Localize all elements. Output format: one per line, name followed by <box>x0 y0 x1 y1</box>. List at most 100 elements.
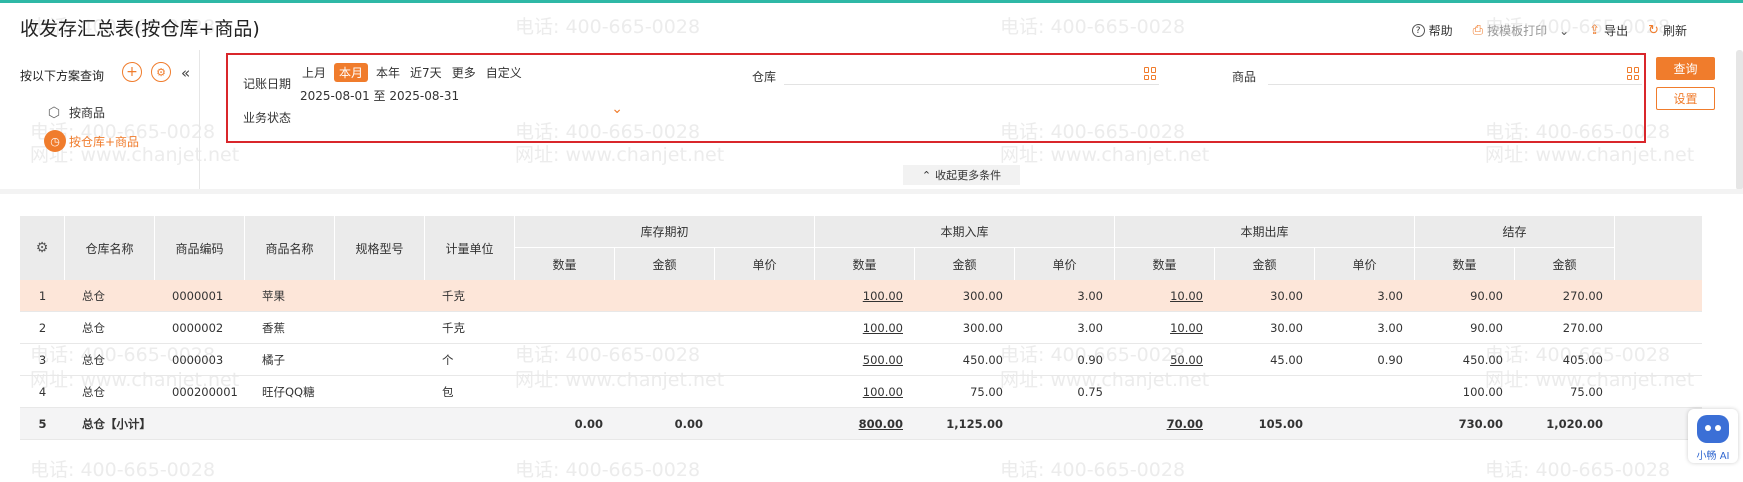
export-button[interactable]: ⇪ 导出 <box>1589 22 1628 39</box>
cell-in-price: 0.90 <box>1077 353 1103 367</box>
cell-in-qty[interactable]: 500.00 <box>815 344 903 376</box>
warehouse-label: 仓库 <box>752 70 777 84</box>
cell-out-price: 0.90 <box>1377 353 1403 367</box>
print-template-button[interactable]: ⎙ 按模板打印 ⌄ <box>1473 22 1569 39</box>
date-option-this-year[interactable]: 本年 <box>374 63 402 82</box>
cell-in-amt: 300.00 <box>962 321 1003 335</box>
col-out-price[interactable]: 单价 <box>1315 248 1415 280</box>
col-opening-amount[interactable]: 金额 <box>615 248 715 280</box>
cell-in-price: 3.00 <box>1077 321 1103 335</box>
watermark-text: 电话: 400-665-0028 <box>515 459 701 481</box>
cell-in-qty[interactable]: 100.00 <box>815 280 903 312</box>
cell-in-qty[interactable]: 100.00 <box>815 312 903 344</box>
help-label: 帮助 <box>1428 24 1453 38</box>
grid-select-icon[interactable] <box>1627 67 1640 80</box>
table-row[interactable]: 1 总仓 0000001 苹果 千克 100.00 300.00 3.00 10.00 30.00… <box>20 280 1702 312</box>
watermark-text: 电话: 400-665-0028 <box>1000 459 1186 481</box>
date-option-last-month[interactable]: 上月 <box>300 63 328 82</box>
scheme-item-by-warehouse-product[interactable]: ◷ 按仓库+商品 <box>44 130 139 152</box>
cell-out-amt: 30.00 <box>1270 321 1303 335</box>
cell-no: 2 <box>38 321 47 335</box>
settings-button[interactable]: 设置 <box>1656 87 1715 110</box>
cell-close-qty: 450.00 <box>1462 353 1503 367</box>
table-row[interactable]: 3 总仓 0000003 橘子 个 500.00 450.00 0.90 50.00 45.00 0… <box>20 344 1702 376</box>
col-in-qty[interactable]: 数量 <box>815 248 915 280</box>
col-opening-qty[interactable]: 数量 <box>515 248 615 280</box>
cell-in-amt: 75.00 <box>970 385 1003 399</box>
scrollbar[interactable] <box>1736 50 1743 190</box>
cell-code: 0000002 <box>172 321 224 335</box>
col-unit[interactable]: 计量单位 <box>425 216 515 280</box>
cube-icon: ⬡ <box>47 104 61 121</box>
col-closing-amount[interactable]: 金额 <box>1515 248 1615 280</box>
status-select[interactable]: ⌄ <box>300 101 625 125</box>
robot-icon <box>1697 415 1729 443</box>
scheme-item-label: 按仓库+商品 <box>69 134 140 149</box>
cell-in-amt: 300.00 <box>962 289 1003 303</box>
cell-in-price: 0.75 <box>1077 385 1103 399</box>
watermark-text: 电话: 400-665-0028 <box>1000 16 1186 38</box>
add-scheme-icon[interactable]: + <box>122 62 142 82</box>
cell-open-amt <box>615 376 703 408</box>
clock-icon: ◷ <box>44 130 66 152</box>
col-in-amount[interactable]: 金额 <box>915 248 1015 280</box>
product-input[interactable] <box>1268 63 1642 85</box>
cell-open-qty <box>515 344 603 376</box>
query-button[interactable]: 查询 <box>1656 57 1715 80</box>
col-closing-qty[interactable]: 数量 <box>1415 248 1515 280</box>
help-icon: ? <box>1411 24 1425 37</box>
group-opening: 库存期初 <box>515 216 815 248</box>
collapse-panel-icon[interactable]: « <box>181 64 190 82</box>
scheme-item-by-product[interactable]: ⬡ 按商品 <box>46 104 105 121</box>
subtotal-open-qty: 0.00 <box>574 417 603 431</box>
col-code[interactable]: 商品编码 <box>155 216 245 280</box>
cell-name: 橘子 <box>262 353 285 367</box>
col-spec[interactable]: 规格型号 <box>335 216 425 280</box>
col-out-amount[interactable]: 金额 <box>1215 248 1315 280</box>
page-title: 收发存汇总表(按仓库+商品) <box>20 18 260 40</box>
cell-out-qty[interactable]: 10.00 <box>1115 312 1203 344</box>
table-row[interactable]: 2 总仓 0000002 香蕉 千克 100.00 300.00 3.00 10.00 30.00… <box>20 312 1702 344</box>
subtotal-in-qty[interactable]: 800.00 <box>815 408 903 440</box>
col-warehouse[interactable]: 仓库名称 <box>65 216 155 280</box>
col-out-qty[interactable]: 数量 <box>1115 248 1215 280</box>
refresh-label: 刷新 <box>1662 24 1687 38</box>
help-button[interactable]: ? 帮助 <box>1411 22 1453 39</box>
subtotal-close-amt: 1,020.00 <box>1546 417 1603 431</box>
cell-in-qty[interactable]: 100.00 <box>815 376 903 408</box>
cell-out-qty[interactable]: 50.00 <box>1115 344 1203 376</box>
grid-select-icon[interactable] <box>1144 67 1157 80</box>
collapse-conditions-button[interactable]: ⌃ 收起更多条件 <box>903 165 1020 185</box>
date-option-custom[interactable]: 自定义 <box>484 63 524 82</box>
cell-open-price <box>715 312 803 344</box>
cell-spec <box>352 280 432 312</box>
scheme-settings-icon[interactable]: ⚙ <box>151 62 171 82</box>
scheme-item-label: 按商品 <box>69 106 106 120</box>
col-in-price[interactable]: 单价 <box>1015 248 1115 280</box>
cell-out-amt: 30.00 <box>1270 289 1303 303</box>
date-options: 上月 本月 本年 近7天 更多 自定义 <box>300 63 524 82</box>
chevron-down-icon[interactable]: ⌄ <box>1559 24 1569 38</box>
date-option-this-month[interactable]: 本月 <box>334 63 369 82</box>
cell-open-amt <box>615 280 703 312</box>
cell-in-amt: 450.00 <box>962 353 1003 367</box>
cell-no: 3 <box>38 353 47 367</box>
ai-assistant-button[interactable]: 小畅 AI <box>1688 409 1738 463</box>
refresh-button[interactable]: ↻ 刷新 <box>1648 22 1687 39</box>
cell-out-qty[interactable] <box>1115 376 1203 408</box>
subtotal-in-amt: 1,125.00 <box>946 417 1003 431</box>
col-name[interactable]: 商品名称 <box>245 216 335 280</box>
cell-unit: 千克 <box>442 289 465 303</box>
cell-out-qty[interactable]: 10.00 <box>1115 280 1203 312</box>
warehouse-input[interactable] <box>784 63 1159 85</box>
date-option-more[interactable]: 更多 <box>450 63 478 82</box>
refresh-icon: ↻ <box>1648 23 1659 38</box>
date-option-last-7-days[interactable]: 近7天 <box>408 63 444 82</box>
watermark-text: 网址: www.chanjet.net <box>1000 144 1210 166</box>
column-settings-icon[interactable]: ⚙ <box>20 216 65 280</box>
subtotal-out-qty[interactable]: 70.00 <box>1115 408 1203 440</box>
table-row[interactable]: 4 总仓 000200001 旺仔QQ糖 包 100.00 75.00 0.75 100.00 7… <box>20 376 1702 408</box>
col-opening-price[interactable]: 单价 <box>715 248 815 280</box>
date-range[interactable]: 2025-08-01 至 2025-08-31 <box>300 87 459 104</box>
group-closing: 结存 <box>1415 216 1615 248</box>
